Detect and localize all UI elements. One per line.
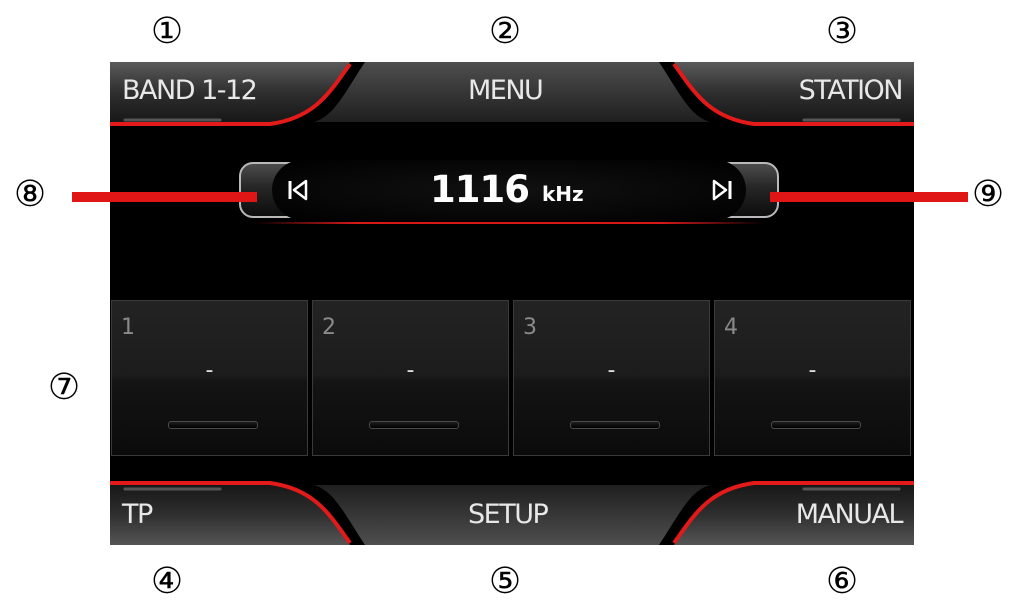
frequency-value: 1116 xyxy=(430,168,530,211)
pointer-line-8 xyxy=(72,192,257,202)
setup-button[interactable]: SETUP xyxy=(468,500,549,530)
station-button[interactable]: STATION xyxy=(799,76,904,106)
callout-6: ⑥ xyxy=(825,561,859,602)
radio-screen: BAND 1-12 MENU STATION 1116 kHz 1 - 2 - … xyxy=(110,62,914,545)
seek-back-button[interactable] xyxy=(278,172,318,208)
preset-number: 4 xyxy=(724,315,738,340)
preset-indicator xyxy=(570,421,660,429)
preset-station-name: - xyxy=(607,358,616,383)
preset-indicator xyxy=(771,421,861,429)
preset-button-2[interactable]: 2 - xyxy=(312,300,509,456)
preset-number: 2 xyxy=(322,315,336,340)
frequency-unit: kHz xyxy=(542,182,584,206)
seek-forward-icon xyxy=(712,179,732,201)
callout-7: ⑦ xyxy=(47,367,81,408)
callout-8: ⑧ xyxy=(13,174,47,215)
tp-button[interactable]: TP xyxy=(122,500,153,530)
preset-number: 3 xyxy=(523,315,537,340)
preset-station-name: - xyxy=(205,358,214,383)
preset-button-1[interactable]: 1 - xyxy=(111,300,308,456)
preset-station-name: - xyxy=(808,358,817,383)
callout-5: ⑤ xyxy=(488,561,522,602)
seek-forward-button[interactable] xyxy=(702,172,742,208)
preset-button-3[interactable]: 3 - xyxy=(513,300,710,456)
preset-indicator xyxy=(168,421,258,429)
callout-3: ③ xyxy=(825,11,859,52)
callout-4: ④ xyxy=(150,561,184,602)
seek-back-icon xyxy=(288,179,308,201)
manual-button[interactable]: MANUAL xyxy=(796,500,904,530)
preset-button-4[interactable]: 4 - xyxy=(714,300,911,456)
band-button[interactable]: BAND 1-12 xyxy=(122,76,258,106)
callout-9: ⑨ xyxy=(971,174,1005,215)
preset-station-name: - xyxy=(406,358,415,383)
menu-button[interactable]: MENU xyxy=(468,76,544,106)
pointer-line-9 xyxy=(770,192,968,202)
callout-1: ① xyxy=(150,11,184,52)
bottom-softkey-bar xyxy=(110,481,914,545)
frequency-underline xyxy=(254,222,764,224)
preset-number: 1 xyxy=(121,315,135,340)
callout-2: ② xyxy=(488,11,522,52)
preset-indicator xyxy=(369,421,459,429)
